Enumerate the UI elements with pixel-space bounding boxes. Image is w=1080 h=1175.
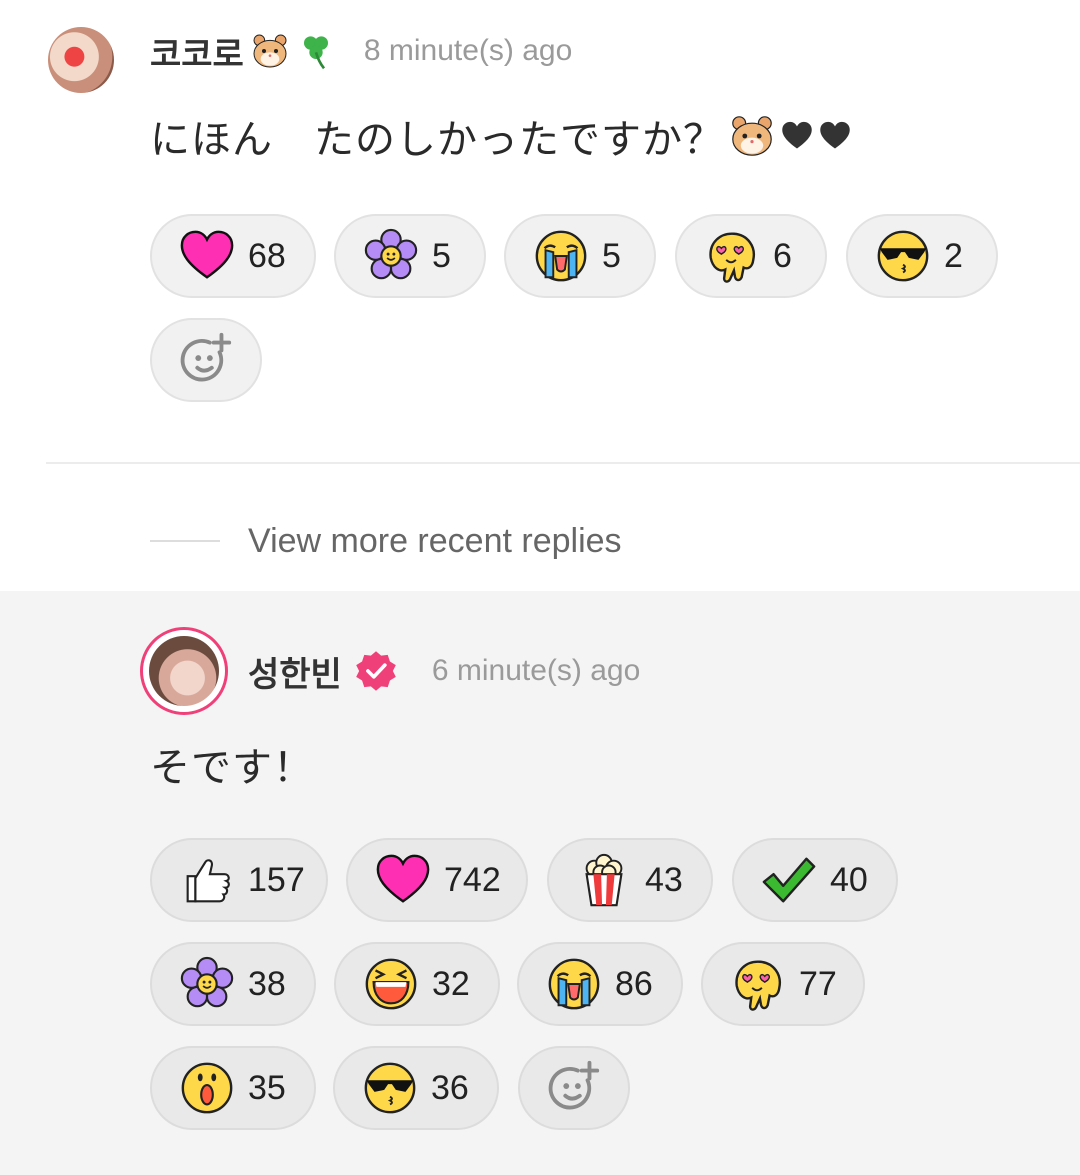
pink-heart-icon xyxy=(374,851,432,909)
reaction-check[interactable]: 40 xyxy=(732,838,898,922)
black-heart-icon xyxy=(780,119,814,153)
reaction-surprised[interactable]: 35 xyxy=(150,1046,316,1130)
reaction-count: 36 xyxy=(431,1068,469,1107)
reply-header: 성한빈 6 minute(s) ago xyxy=(248,647,640,695)
view-more-line xyxy=(150,540,220,542)
comment-text: にほん たのしかったですか？ xyxy=(150,118,724,162)
reaction-crying[interactable]: 5 xyxy=(504,214,656,298)
reaction-count: 77 xyxy=(799,964,837,1003)
add-reaction-icon xyxy=(177,331,235,389)
reaction-count: 68 xyxy=(248,236,286,275)
add-reaction-button[interactable] xyxy=(518,1046,630,1130)
verified-badge-icon xyxy=(354,649,398,693)
crying-face-icon xyxy=(545,955,603,1013)
reaction-heart[interactable]: 742 xyxy=(346,838,528,922)
add-reaction-icon xyxy=(545,1059,603,1117)
heart-eyes-melting-face-icon xyxy=(729,955,787,1013)
laughing-face-icon xyxy=(362,955,420,1013)
sunglasses-face-icon xyxy=(874,227,932,285)
reply-avatar xyxy=(149,636,219,706)
reaction-flower[interactable]: 5 xyxy=(334,214,486,298)
check-mark-icon xyxy=(760,851,818,909)
add-reaction-button[interactable] xyxy=(150,318,262,402)
reaction-count: 38 xyxy=(248,964,286,1003)
comment-text-row: にほん たのしかったですか？ xyxy=(150,110,852,162)
reaction-sunglasses[interactable]: 36 xyxy=(333,1046,499,1130)
shamrock-icon xyxy=(296,31,336,71)
reaction-count: 742 xyxy=(444,860,501,899)
reply-author-name[interactable]: 성한빈 xyxy=(248,647,342,696)
view-more-replies-link[interactable]: View more recent replies xyxy=(248,519,622,563)
pink-heart-icon xyxy=(178,227,236,285)
reaction-heart-eyes[interactable]: 6 xyxy=(675,214,827,298)
reply-avatar-ring[interactable] xyxy=(140,627,228,715)
sunglasses-face-icon xyxy=(361,1059,419,1117)
comment-header: 코코로 8 minute(s) ago xyxy=(150,28,572,74)
reaction-count: 5 xyxy=(602,236,621,275)
heart-eyes-melting-face-icon xyxy=(703,227,761,285)
thumbs-up-icon xyxy=(178,851,236,909)
reaction-sunglasses[interactable]: 2 xyxy=(846,214,998,298)
black-heart-icon xyxy=(818,119,852,153)
reaction-count: 43 xyxy=(645,860,683,899)
comment-divider xyxy=(46,462,1080,464)
reaction-count: 35 xyxy=(248,1068,286,1107)
popcorn-icon xyxy=(575,851,633,909)
reaction-count: 2 xyxy=(944,236,963,275)
reply-timestamp: 6 minute(s) ago xyxy=(431,654,641,687)
reaction-heart[interactable]: 68 xyxy=(150,214,316,298)
reaction-popcorn[interactable]: 43 xyxy=(547,838,713,922)
reaction-heart-eyes[interactable]: 77 xyxy=(701,942,865,1026)
reaction-count: 157 xyxy=(248,860,305,899)
purple-flower-icon xyxy=(178,955,236,1013)
comment-author-name[interactable]: 코코로 xyxy=(150,27,244,76)
reaction-count: 86 xyxy=(615,964,653,1003)
reaction-thumbs-up[interactable]: 157 xyxy=(150,838,328,922)
reaction-flower[interactable]: 38 xyxy=(150,942,316,1026)
reply-text: そです！ xyxy=(150,746,314,790)
reaction-laughing[interactable]: 32 xyxy=(334,942,500,1026)
hamster-icon xyxy=(250,31,290,71)
commenter-avatar[interactable] xyxy=(48,27,114,93)
reply-section: 성한빈 6 minute(s) ago そです！ 157 742 43 40 3… xyxy=(0,591,1080,1175)
reaction-crying[interactable]: 86 xyxy=(517,942,683,1026)
reaction-count: 5 xyxy=(432,236,451,275)
reaction-count: 32 xyxy=(432,964,470,1003)
surprised-face-icon xyxy=(178,1059,236,1117)
hamster-icon xyxy=(728,112,776,160)
purple-flower-icon xyxy=(362,227,420,285)
reaction-count: 6 xyxy=(773,236,792,275)
crying-face-icon xyxy=(532,227,590,285)
reaction-count: 40 xyxy=(830,860,868,899)
comment-timestamp: 8 minute(s) ago xyxy=(363,34,573,67)
